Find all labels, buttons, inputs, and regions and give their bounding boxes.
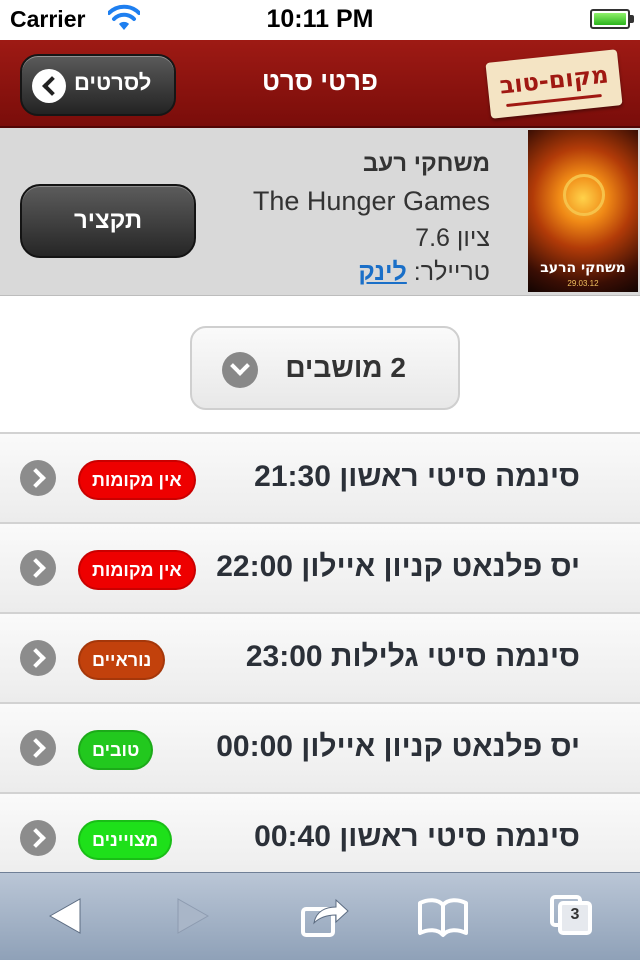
summary-button[interactable]: תקציר [20,184,196,258]
tabs-icon[interactable]: 3 [546,891,600,941]
seat-quality-badge: אין מקומות [78,550,196,590]
poster-date: 29.03.12 [567,279,599,288]
screening-row[interactable]: סינמה סיטי גלילות 23:00 נוראיים [0,612,640,702]
movie-poster[interactable]: משחקי הרעב 29.03.12 [528,130,638,292]
screening-row[interactable]: סינמה סיטי ראשון 00:40 מצויינים [0,792,640,882]
chevron-left-icon [20,730,56,766]
seat-quality-badge: אין מקומות [78,460,196,500]
share-icon[interactable] [298,891,352,941]
movie-title-english: The Hunger Games [252,186,490,216]
chevron-left-icon [32,69,66,103]
site-logo[interactable]: מקום-טוב [485,49,623,119]
mockingjay-emblem [563,174,605,216]
trailer-link[interactable]: לינק [358,258,406,286]
back-arrow-icon[interactable] [38,891,92,941]
bookmarks-icon[interactable] [416,891,470,941]
movie-title-hebrew: משחקי רעב [363,150,490,177]
screening-text: יס פלנאט קניון איילון 00:00 [216,730,580,763]
screening-text: סינמה סיטי ראשון 00:40 [254,820,580,853]
back-button-label: לסרטים [74,70,152,95]
back-to-movies-button[interactable]: לסרטים [20,54,176,116]
screening-text: יס פלנאט קניון איילון 22:00 [216,550,580,583]
clock: 10:11 PM [266,5,374,33]
header-bar: לסרטים פרטי סרט מקום-טוב [0,40,640,128]
chevron-down-icon [222,352,258,388]
browser-toolbar: 3 [0,872,640,960]
screening-text: סינמה סיטי גלילות 23:00 [245,640,580,673]
chevron-left-icon [20,640,56,676]
chevron-left-icon [20,550,56,586]
battery-icon [590,9,634,29]
screening-row[interactable]: יס פלנאט קניון איילון 22:00 אין מקומות [0,522,640,612]
forward-arrow-icon[interactable] [166,891,220,941]
seat-quality-badge: נוראיים [78,640,166,680]
trailer-line: טריילר: לינק [358,258,490,287]
trailer-label: טריילר: [413,258,490,286]
screenings-list: סינמה סיטי ראשון 21:30 אין מקומות יס פלנ… [0,432,640,882]
movie-info-panel: תקציר משחקי רעב The Hunger Games ציון 7.… [0,128,640,296]
chevron-left-icon [20,460,56,496]
screening-text: סינמה סיטי ראשון 21:30 [254,460,580,493]
screening-row[interactable]: יס פלנאט קניון איילון 00:00 טובים [0,702,640,792]
status-bar: Carrier 10:11 PM [0,0,640,40]
seat-quality-badge: מצויינים [78,820,173,860]
screening-row[interactable]: סינמה סיטי ראשון 21:30 אין מקומות [0,432,640,522]
tab-count: 3 [570,906,580,923]
page-title: פרטי סרט [262,66,378,96]
seat-quality-badge: טובים [78,730,154,770]
seats-dropdown[interactable]: 2 מושבים [190,326,460,410]
chevron-left-icon [20,820,56,856]
movie-rating: ציון 7.6 [415,224,490,252]
seats-label: 2 מושבים [285,352,406,383]
poster-title: משחקי הרעב [540,260,626,276]
